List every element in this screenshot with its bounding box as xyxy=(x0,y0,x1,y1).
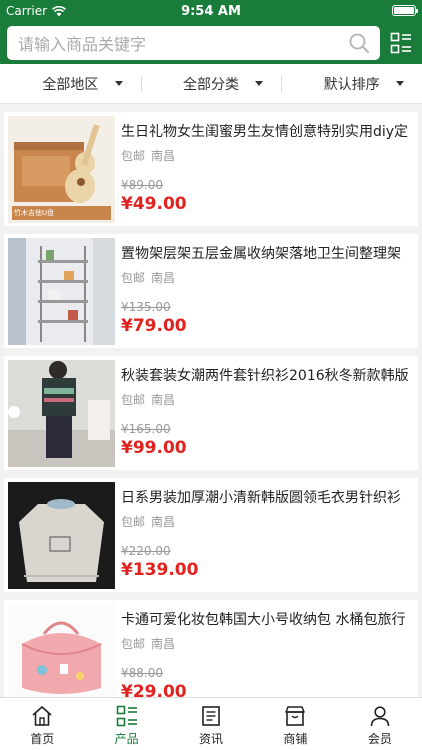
tab-label: 资讯 xyxy=(199,732,224,746)
sale-price: ¥99.00 xyxy=(121,438,187,458)
search-input[interactable]: 请输入商品关键字 xyxy=(7,26,380,60)
chevron-down-icon xyxy=(114,81,123,86)
location-label: 南昌 xyxy=(151,271,176,285)
product-image xyxy=(8,360,115,467)
original-price: ¥220.00 xyxy=(121,544,171,558)
tab-news[interactable]: 资讯 xyxy=(169,698,253,750)
product-image xyxy=(8,238,115,345)
chevron-down-icon xyxy=(396,81,405,86)
filter-region[interactable]: 全部地区 xyxy=(0,64,141,103)
sale-price: ¥49.00 xyxy=(121,194,187,214)
product-title: 置物架层架五层金属收纳架落地卫生间整理架 xyxy=(121,246,401,262)
product-card[interactable]: 卡通可爱化妆包韩国大小号收纳包 水桶包旅行 包邮 南昌 ¥88.00 ¥29.00 xyxy=(4,600,418,697)
shipping-label: 包邮 xyxy=(121,149,146,163)
filter-bar: 全部地区 全部分类 默认排序 xyxy=(0,64,422,104)
search-icon[interactable] xyxy=(348,32,370,54)
tab-label: 产品 xyxy=(114,732,139,746)
filter-category[interactable]: 全部分类 xyxy=(140,64,282,103)
battery-icon xyxy=(392,5,418,16)
tab-label: 商铺 xyxy=(283,732,308,746)
product-title: 卡通可爱化妆包韩国大小号收纳包 水桶包旅行 xyxy=(121,612,406,628)
location-label: 南昌 xyxy=(151,637,176,651)
product-title: 日系男装加厚潮小清新韩版圆领毛衣男针织衫 xyxy=(121,490,401,506)
bottom-tab-bar: 首页 产品 资讯 商铺 会员 xyxy=(0,697,422,750)
sale-price: ¥29.00 xyxy=(121,682,187,697)
shop-icon xyxy=(285,706,306,726)
product-image xyxy=(8,604,115,697)
tab-member[interactable]: 会员 xyxy=(338,698,422,750)
product-image-caption: 竹木吉他U盘 xyxy=(14,209,55,217)
original-price: ¥88.00 xyxy=(121,666,163,680)
shipping-label: 包邮 xyxy=(121,393,146,407)
news-icon xyxy=(202,706,220,726)
location-label: 南昌 xyxy=(151,149,176,163)
product-card[interactable]: 置物架层架五层金属收纳架落地卫生间整理架 包邮 南昌 ¥135.00 ¥79.00 xyxy=(4,234,418,348)
location-label: 南昌 xyxy=(151,393,176,407)
original-price: ¥135.00 xyxy=(121,300,171,314)
tab-shop[interactable]: 商铺 xyxy=(253,698,337,750)
tab-label: 会员 xyxy=(367,732,392,746)
header: Carrier 9:54 AM 请输入商品关键字 xyxy=(0,0,422,64)
category-menu-icon[interactable] xyxy=(390,32,412,54)
chevron-down-icon xyxy=(255,81,264,86)
product-image xyxy=(8,482,115,589)
sale-price: ¥139.00 xyxy=(121,560,199,580)
product-card[interactable]: 日系男装加厚潮小清新韩版圆领毛衣男针织衫 包邮 南昌 ¥220.00 ¥139.0… xyxy=(4,478,418,592)
shipping-label: 包邮 xyxy=(121,271,146,285)
tab-products[interactable]: 产品 xyxy=(84,698,168,750)
product-title: 生日礼物女生闺蜜男生友情创意特别实用diy定 xyxy=(121,124,409,140)
original-price: ¥165.00 xyxy=(121,422,171,436)
original-price: ¥89.00 xyxy=(121,178,163,192)
product-card[interactable]: 秋装套装女潮两件套针织衫2016秋冬新款韩版 包邮 南昌 ¥165.00 ¥99.… xyxy=(4,356,418,470)
tab-label: 首页 xyxy=(30,732,55,746)
home-icon xyxy=(32,706,52,726)
shipping-label: 包邮 xyxy=(121,515,146,529)
status-bar: Carrier 9:54 AM xyxy=(0,0,422,22)
product-list: 竹木吉他U盘 生日礼物女生闺蜜男生友情创意特别实用diy定 包邮 南昌 ¥89.0… xyxy=(0,108,422,697)
member-icon xyxy=(370,706,390,727)
sale-price: ¥79.00 xyxy=(121,316,187,336)
product-list-icon xyxy=(116,705,137,727)
product-image: 竹木吉他U盘 xyxy=(8,116,115,223)
filter-sort[interactable]: 默认排序 xyxy=(281,64,422,103)
tab-home[interactable]: 首页 xyxy=(0,698,84,750)
search-placeholder: 请输入商品关键字 xyxy=(18,35,147,54)
product-title: 秋装套装女潮两件套针织衫2016秋冬新款韩版 xyxy=(121,368,409,384)
shipping-label: 包邮 xyxy=(121,637,146,651)
location-label: 南昌 xyxy=(151,515,176,529)
status-time: 9:54 AM xyxy=(181,3,241,19)
product-card[interactable]: 竹木吉他U盘 生日礼物女生闺蜜男生友情创意特别实用diy定 包邮 南昌 ¥89.0… xyxy=(4,112,418,226)
